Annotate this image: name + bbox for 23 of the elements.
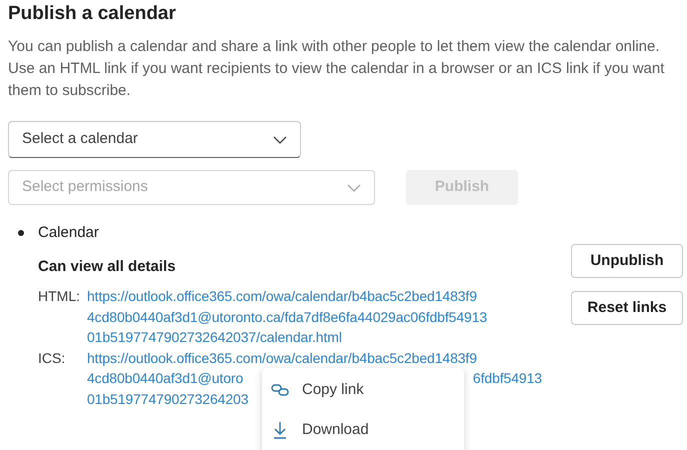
permission-label: Can view all details — [38, 256, 177, 276]
link-icon — [271, 383, 289, 397]
menu-item[interactable]: Download — [262, 412, 464, 448]
chevron-down-icon — [347, 184, 361, 192]
download-icon — [272, 421, 288, 439]
description-text: You can publish a calendar and share a link with other people to let them view the calendar online. Use an HTML link if you want recipients to view the calendar in a browser or an ICS link if you want them to subscribe. — [8, 37, 666, 101]
calendar-link[interactable]: 01b519774790273264203 — [87, 388, 248, 409]
calendar-link[interactable]: https://outlook.office365.com/owa/calendar/b4bac5c2bed1483f9 — [87, 286, 477, 306]
chevron-down-icon — [273, 136, 287, 144]
action-button[interactable]: Reset links — [571, 291, 683, 325]
link-label: ICS: — [38, 348, 66, 368]
calendar-link[interactable]: 6fdbf54913 — [472, 368, 542, 388]
calendar-link[interactable]: 4cd80b0440af3d1@utoronto.ca/fda7df8e6fa44029ac06fdbf54913 — [87, 306, 488, 327]
link-label: HTML: — [38, 287, 81, 306]
calendar-name: Calendar — [38, 223, 99, 243]
page-title: Publish a calendar — [8, 2, 177, 26]
bullet-icon — [18, 230, 24, 236]
dropdown[interactable]: Select a calendar — [8, 121, 301, 158]
action-button[interactable]: Unpublish — [571, 244, 683, 278]
calendar-link[interactable]: 01b5197747902732642037/calendar.html — [87, 327, 342, 348]
menu-item[interactable]: Copy link — [262, 372, 464, 408]
calendar-link[interactable]: 4cd80b0440af3d1@utoro — [87, 368, 244, 388]
calendar-link[interactable]: https://outlook.office365.com/owa/calendar/b4bac5c2bed1483f9 — [87, 348, 477, 368]
